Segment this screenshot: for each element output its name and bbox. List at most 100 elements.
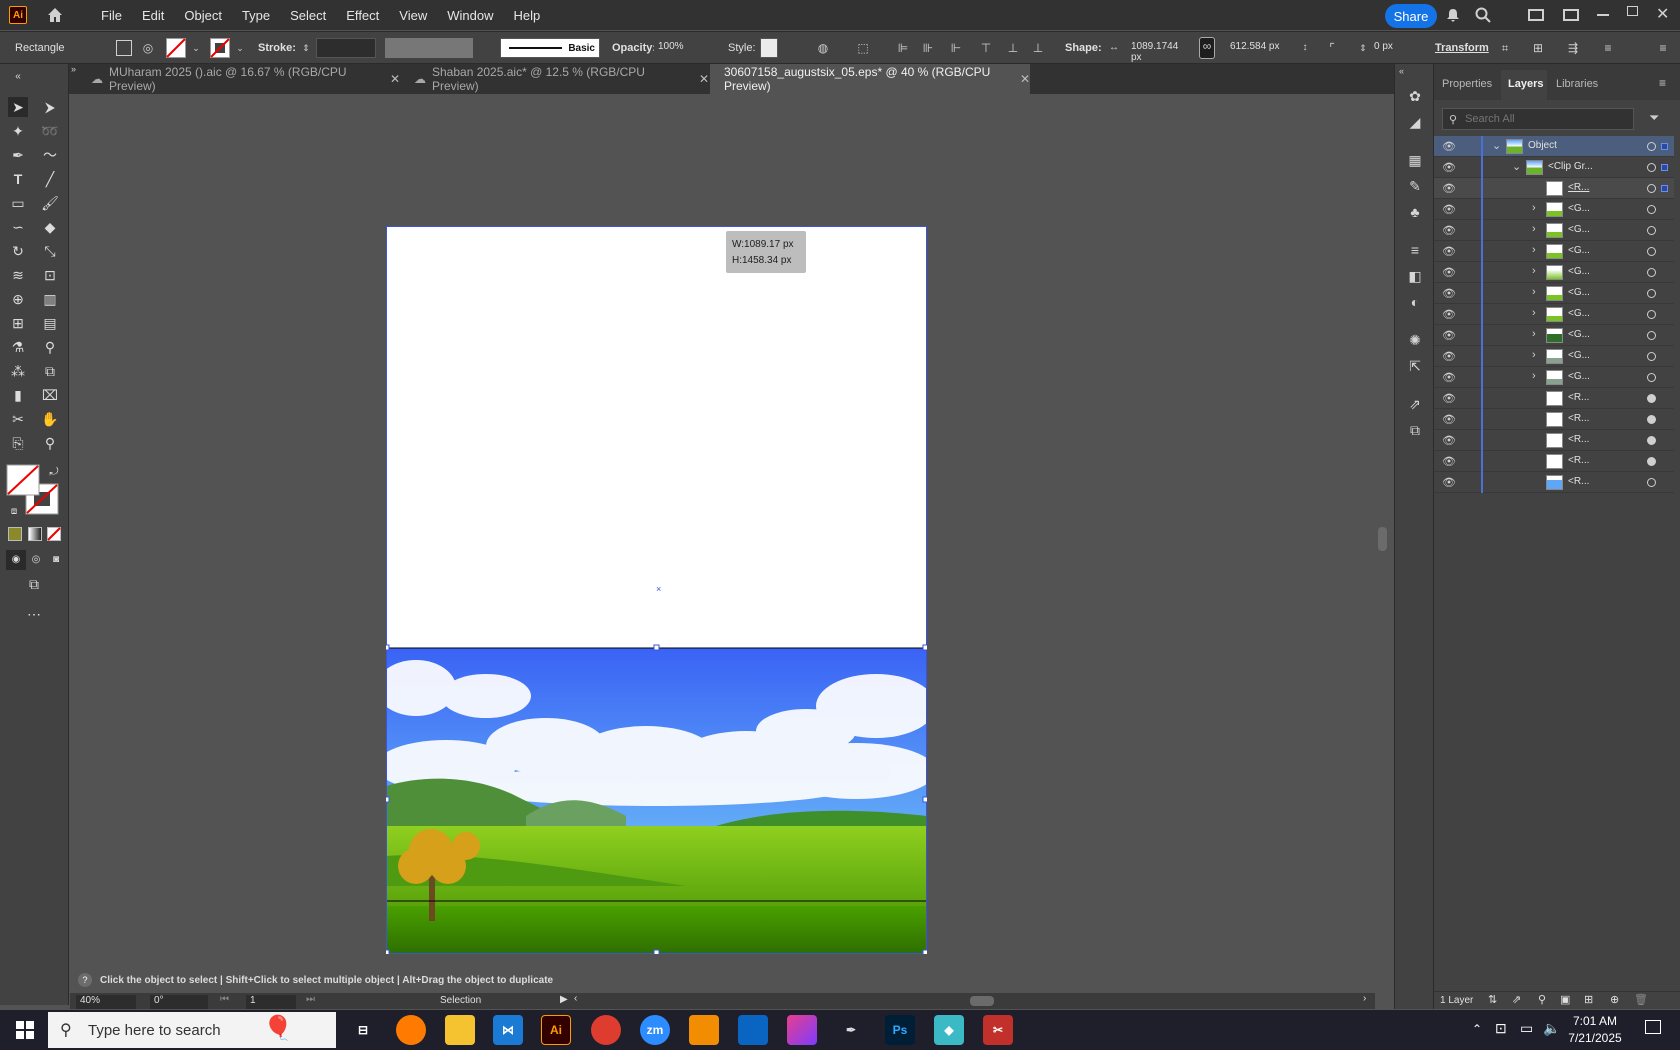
layer-row[interactable]: 👁 <R... [1434,472,1674,493]
draw-behind-icon[interactable]: ◎ [26,550,46,570]
layer-name[interactable]: Object [1528,140,1557,151]
layer-name[interactable]: <G... [1568,266,1590,277]
lasso-tool-icon[interactable]: ➿ [40,121,60,141]
restore-icon[interactable] [1627,6,1638,16]
target-circle-icon[interactable] [1647,352,1656,361]
align-right-icon[interactable]: ⊩ [948,40,964,56]
distribute-icon[interactable]: ⊞ [1530,40,1546,56]
layer-row[interactable]: 👁 › <G... [1434,220,1674,241]
app-tool-icon[interactable]: ✂ [983,1015,1013,1045]
target-circle-icon[interactable] [1647,436,1656,445]
screen-mode-icon[interactable]: ⧉ [24,574,44,594]
layer-name[interactable]: <G... [1568,224,1590,235]
export-icon[interactable]: ⇱ [1405,356,1425,376]
stroke-icon[interactable]: ≡ [1405,240,1425,260]
taskbar-search[interactable]: ⚲ Type here to search 🎈 [48,1012,336,1048]
layer-row[interactable]: 👁 ⌄ <Clip Gr... [1434,157,1674,178]
blend-tool-icon[interactable]: ⚗ [8,337,28,357]
transform-link[interactable]: Transform [1435,42,1489,54]
creative-cloud-icon[interactable] [787,1015,817,1045]
align-top-icon[interactable]: ⊤ [978,40,994,56]
visibility-eye-icon[interactable]: 👁 [1442,434,1456,447]
new-layer-icon[interactable]: ⊕ [1610,993,1619,1006]
visibility-eye-icon[interactable]: 👁 [1442,308,1456,321]
transform-icon[interactable]: ⌗ [1497,40,1513,56]
align-center-icon[interactable]: ⊪ [920,40,936,56]
menu-window[interactable]: Window [443,8,497,23]
menu-help[interactable]: Help [509,8,544,23]
target-circle-icon[interactable] [1647,394,1656,403]
color-guide-icon[interactable]: ▦ [1405,150,1425,170]
eraser-tool-icon[interactable]: ◆ [40,217,60,237]
chevron-right-icon[interactable]: › [1532,328,1536,340]
layer-search-field[interactable]: ⚲ [1442,108,1634,130]
zoom-select[interactable]: 40% [76,995,136,1009]
help-icon[interactable]: ? [78,973,92,987]
visibility-eye-icon[interactable]: 👁 [1442,161,1456,174]
new-sublayer-icon[interactable]: ⊞ [1584,993,1593,1006]
target-circle-icon[interactable] [1647,163,1656,172]
layer-row[interactable]: 👁 › <G... [1434,283,1674,304]
workspace-icon[interactable] [1563,9,1579,21]
chevron-right-icon[interactable]: › [1532,223,1536,235]
target-circle-icon[interactable] [1647,415,1656,424]
perspective-grid-tool-icon[interactable]: ▥ [40,289,60,309]
menu-select[interactable]: Select [286,8,330,23]
target-circle-icon[interactable] [1647,373,1656,382]
menu-type[interactable]: Type [238,8,274,23]
rotate-tool-icon[interactable]: ↻ [8,241,28,261]
filter-icon[interactable]: ⏷ [1649,110,1659,126]
selection-indicator[interactable] [1661,143,1668,150]
collapse-icon[interactable]: « [8,67,28,87]
target-circle-icon[interactable] [1647,289,1656,298]
artboard-select[interactable]: 1 [246,995,296,1009]
selection-tool-icon[interactable]: ➤ [8,97,28,117]
visibility-eye-icon[interactable]: 👁 [1442,350,1456,363]
none-mode-button[interactable] [47,527,61,541]
scroll-right-icon[interactable]: › [1363,993,1366,1004]
visibility-eye-icon[interactable]: 👁 [1442,245,1456,258]
close-tab-icon[interactable]: ✕ [390,72,400,86]
minimize-icon[interactable] [1597,14,1609,16]
vertical-scroll-thumb[interactable] [1378,527,1387,551]
layer-name[interactable]: <R... [1568,476,1589,487]
locate-object-icon[interactable]: ⚲ [1538,993,1546,1006]
libraries-icon[interactable]: ✿ [1405,86,1425,106]
menu-file[interactable]: File [97,8,126,23]
visibility-eye-icon[interactable]: 👁 [1442,182,1456,195]
tab-properties[interactable]: Properties [1442,78,1492,90]
align-to-icon[interactable]: ⬚ [855,40,871,56]
visibility-eye-icon[interactable]: 👁 [1442,140,1456,153]
layer-name[interactable]: <G... [1568,245,1590,256]
artboard-tool-icon[interactable]: ⧉ [40,361,60,381]
expand-panels-icon[interactable]: « [1399,66,1404,76]
layer-name[interactable]: <R... [1568,434,1589,445]
chevron-down-icon[interactable]: ⌄ [232,40,248,56]
target-circle-icon[interactable] [1647,331,1656,340]
visibility-eye-icon[interactable]: 👁 [1442,266,1456,279]
rectangle-tool-icon[interactable]: ▭ [8,193,28,213]
layer-name[interactable]: <Clip Gr... [1548,161,1593,172]
symbols-icon[interactable]: ♣ [1405,202,1425,222]
menu-view[interactable]: View [395,8,431,23]
xampp-icon[interactable] [689,1015,719,1045]
tab-muharam[interactable]: ☁ MUharam 2025 ().aic @ 16.67 % (RGB/CPU… [77,64,400,94]
outlook-icon[interactable] [738,1015,768,1045]
direct-selection-tool-icon[interactable]: ⮞ [40,97,60,117]
print-tiling-tool-icon[interactable]: ⎘ [8,433,28,453]
gradient-icon[interactable]: ◧ [1405,266,1425,286]
mesh-tool-icon[interactable]: ⊞ [8,313,28,333]
shaper-tool-icon[interactable]: ∽ [8,217,28,237]
collapse-right-icon[interactable]: » [71,64,76,74]
scale-tool-icon[interactable]: ⤡ [40,241,60,261]
layer-row[interactable]: 👁 <R... [1434,430,1674,451]
target-circle-icon[interactable] [1647,457,1656,466]
panel-menu-icon[interactable]: ≡ [1655,40,1671,56]
layer-row[interactable]: 👁 <R... [1434,388,1674,409]
visibility-eye-icon[interactable]: 👁 [1442,476,1456,489]
visibility-eye-icon[interactable]: 👁 [1442,392,1456,405]
recolor-icon[interactable]: ◎ [140,40,156,56]
layer-row[interactable]: 👁 › <G... [1434,346,1674,367]
bell-icon[interactable] [1446,8,1460,22]
visibility-eye-icon[interactable]: 👁 [1442,371,1456,384]
